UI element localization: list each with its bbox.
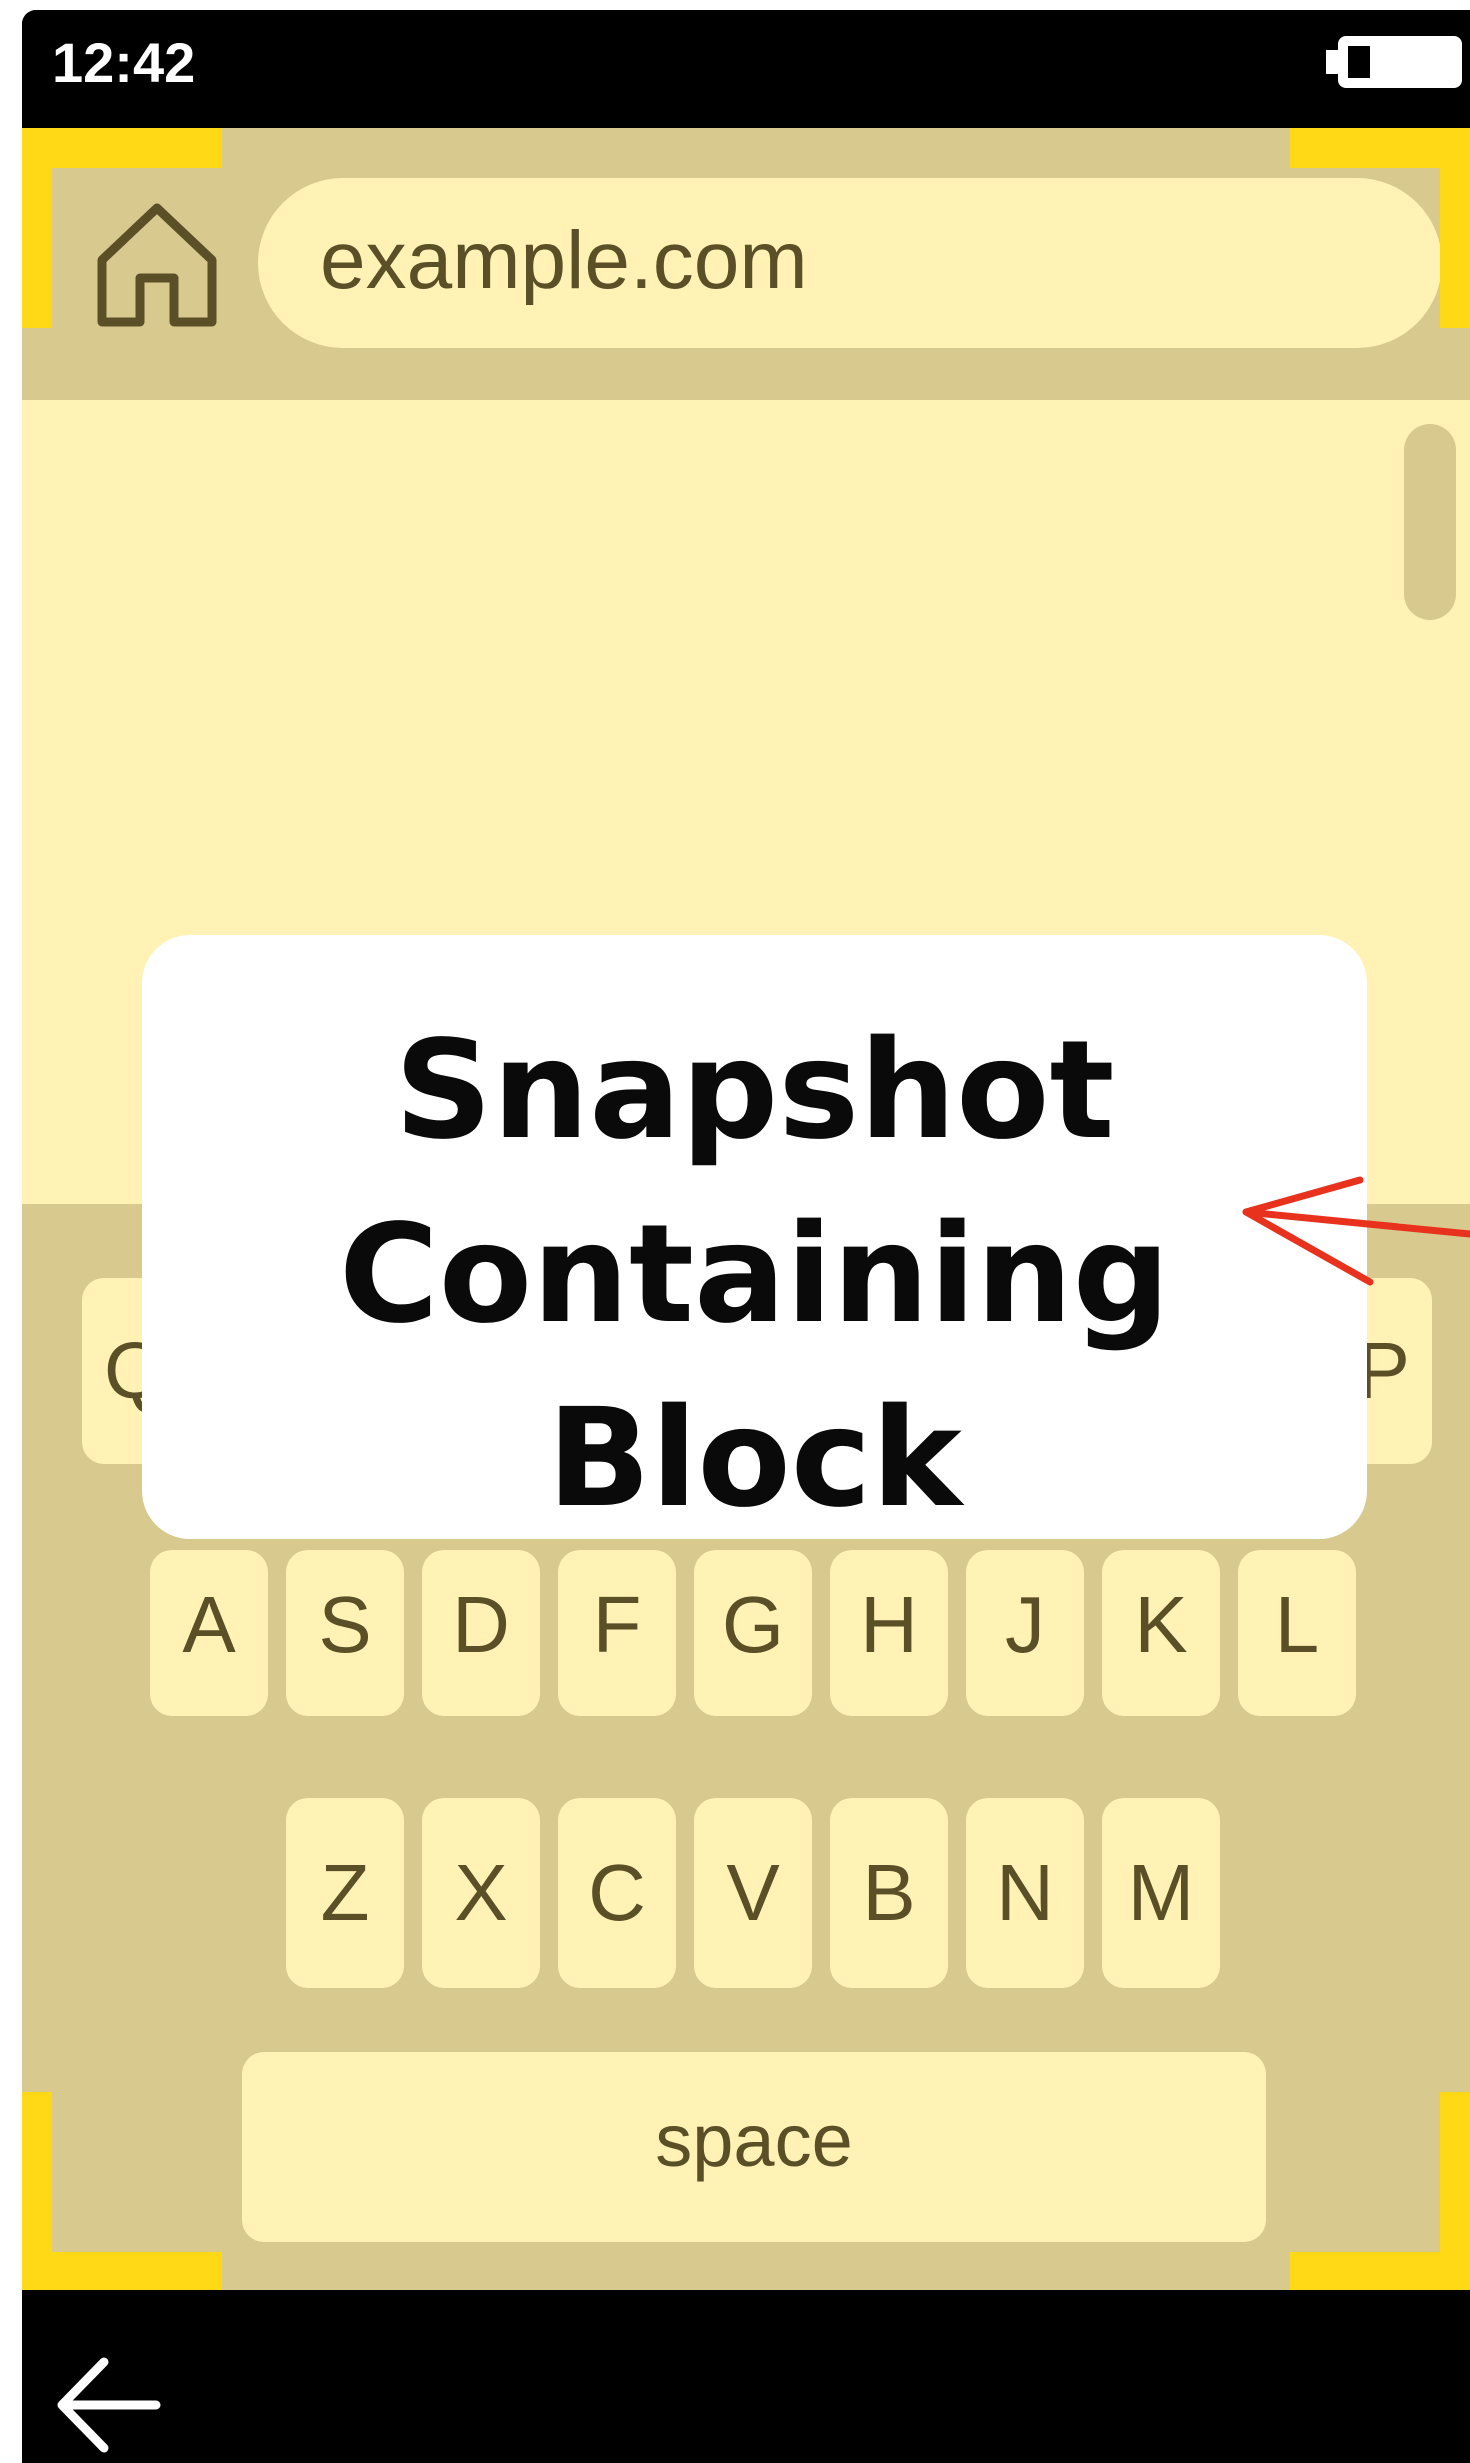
key-n[interactable]: N bbox=[966, 1798, 1084, 1988]
key-d[interactable]: D bbox=[422, 1550, 540, 1716]
key-z[interactable]: Z bbox=[286, 1798, 404, 1988]
key-m[interactable]: M bbox=[1102, 1798, 1220, 1988]
battery-icon bbox=[1326, 36, 1462, 88]
callout-label: Snapshot Containing Block bbox=[338, 1012, 1171, 1538]
space-key[interactable]: space bbox=[242, 2052, 1266, 2242]
red-arrow-icon bbox=[1242, 1176, 1470, 1286]
url-text: example.com bbox=[320, 215, 808, 306]
key-h[interactable]: H bbox=[830, 1550, 948, 1716]
status-time: 12:42 bbox=[52, 31, 196, 94]
key-b[interactable]: B bbox=[830, 1798, 948, 1988]
key-k[interactable]: K bbox=[1102, 1550, 1220, 1716]
key-a[interactable]: A bbox=[150, 1550, 268, 1716]
corner-bracket-top-left bbox=[22, 128, 222, 168]
key-l[interactable]: L bbox=[1238, 1550, 1356, 1716]
key-j[interactable]: J bbox=[966, 1550, 1084, 1716]
key-s[interactable]: S bbox=[286, 1550, 404, 1716]
key-g[interactable]: G bbox=[694, 1550, 812, 1716]
url-bar[interactable]: example.com bbox=[258, 178, 1442, 348]
scrollbar-thumb[interactable] bbox=[1404, 424, 1456, 620]
key-v[interactable]: V bbox=[694, 1798, 812, 1988]
key-x[interactable]: X bbox=[422, 1798, 540, 1988]
home-icon[interactable] bbox=[92, 200, 222, 330]
callout-box: Snapshot Containing Block bbox=[142, 935, 1367, 1539]
key-f[interactable]: F bbox=[558, 1550, 676, 1716]
corner-bracket-bottom-left bbox=[22, 2252, 222, 2290]
corner-bracket-bottom-right bbox=[1290, 2252, 1470, 2290]
corner-bracket-top-right bbox=[1290, 128, 1470, 168]
browser-toolbar: example.com bbox=[22, 128, 1470, 400]
navigation-bar bbox=[22, 2290, 1470, 2463]
status-bar: 12:42 bbox=[22, 10, 1470, 128]
key-c[interactable]: C bbox=[558, 1798, 676, 1988]
back-arrow-icon[interactable] bbox=[52, 2350, 162, 2460]
